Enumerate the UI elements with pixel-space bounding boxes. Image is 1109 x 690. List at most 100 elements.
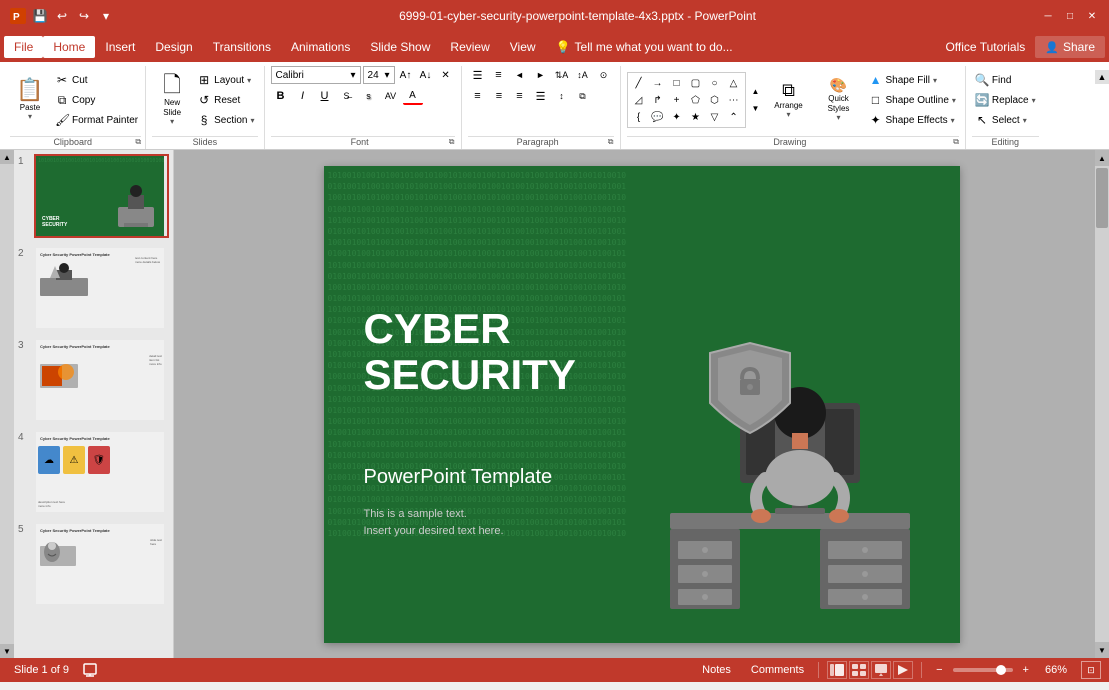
shape-outline-button[interactable]: □ Shape Outline▾ [866, 91, 959, 110]
slide-thumb-image-5[interactable]: Cyber Security PowerPoint Template slide… [34, 522, 169, 606]
menu-view[interactable]: View [500, 36, 546, 58]
shape-chevron[interactable]: ⌃ [725, 109, 743, 125]
select-button[interactable]: ↖ Select▾ [972, 111, 1039, 130]
shapes-scroll-up[interactable]: ▲ [750, 84, 762, 100]
zoom-slider-track[interactable] [953, 668, 1013, 672]
columns-button[interactable]: ⧉ [573, 87, 593, 105]
comments-button[interactable]: Comments [745, 662, 810, 678]
slide-sorter-button[interactable] [849, 661, 869, 679]
font-size-selector[interactable]: 24▾ [363, 66, 395, 84]
slideshow-view-button[interactable] [893, 661, 913, 679]
bold-button[interactable]: B [271, 87, 291, 105]
slide-main-title[interactable]: CYBER SECURITY [364, 306, 576, 398]
menu-review[interactable]: Review [440, 36, 499, 58]
slide-subtitle[interactable]: PowerPoint Template [364, 466, 553, 489]
shape-line[interactable]: ╱ [630, 75, 648, 91]
canvas-scroll-thumb[interactable] [1096, 168, 1108, 228]
slide-canvas[interactable]: 1010010100101001010010100101001010010100… [324, 166, 960, 643]
align-left-button[interactable]: ≡ [468, 87, 488, 105]
canvas-scroll-up[interactable]: ▲ [1095, 150, 1109, 166]
layout-button[interactable]: ⊞ Layout▾ [194, 71, 257, 90]
shape-curl[interactable]: { [630, 109, 648, 125]
decrease-font-button[interactable]: A↓ [417, 66, 435, 84]
shape-tri[interactable]: △ [725, 75, 743, 91]
justify-button[interactable]: ☰ [531, 87, 551, 105]
italic-button[interactable]: I [293, 87, 313, 105]
slide-thumb-1[interactable]: 1 10100101010010100101001010010100101001… [18, 154, 169, 238]
font-color-button[interactable]: A [403, 87, 423, 105]
underline-button[interactable]: U [315, 87, 335, 105]
shadow-button[interactable]: s [359, 87, 379, 105]
redo-icon[interactable]: ↪ [74, 6, 94, 26]
shape-hex[interactable]: ⬡ [706, 92, 724, 108]
shape-rect[interactable]: □ [668, 75, 686, 91]
line-spacing-button[interactable]: ↕ [552, 87, 572, 105]
shape-rtri[interactable]: ◿ [630, 92, 648, 108]
notes-button[interactable]: Notes [696, 662, 737, 678]
maximize-button[interactable]: □ [1061, 7, 1079, 25]
close-button[interactable]: ✕ [1083, 7, 1101, 25]
new-slide-button[interactable]: 🗋 NewSlide ▾ [152, 70, 192, 130]
shape-more[interactable]: ⋯ [725, 92, 743, 108]
reset-button[interactable]: ↺ Reset [194, 91, 257, 110]
reading-view-button[interactable] [871, 661, 891, 679]
copy-button[interactable]: ⧉ Copy [52, 91, 141, 110]
slide-list-scroll-up[interactable]: ▲ [0, 150, 14, 164]
convert-smartart-button[interactable]: ⊙ [594, 66, 614, 84]
slide-thumb-image-3[interactable]: Cyber Security PowerPoint Template detai… [34, 338, 169, 422]
save-icon[interactable]: 💾 [30, 6, 50, 26]
section-button[interactable]: § Section▾ [194, 111, 257, 130]
normal-view-button[interactable] [827, 661, 847, 679]
share-button[interactable]: 👤 Share [1035, 36, 1105, 58]
clear-format-button[interactable]: ✕ [437, 66, 455, 84]
menu-animations[interactable]: Animations [281, 36, 360, 58]
menu-home[interactable]: Home [43, 36, 95, 58]
bullets-button[interactable]: ☰ [468, 66, 488, 84]
shape-speech[interactable]: 💬 [649, 109, 667, 125]
char-spacing-button[interactable]: AV [381, 87, 401, 105]
shape-arrow[interactable]: → [649, 75, 667, 91]
format-painter-button[interactable]: 🖌 Format Painter [52, 111, 141, 130]
undo-icon[interactable]: ↩ [52, 6, 72, 26]
canvas-scroll-down[interactable]: ▼ [1095, 642, 1109, 658]
zoom-out-button[interactable]: − [930, 662, 948, 678]
find-button[interactable]: 🔍 Find [972, 71, 1039, 90]
slide-thumb-3[interactable]: 3 Cyber Security PowerPoint Template det… [18, 338, 169, 422]
font-name-selector[interactable]: Calibri▾ [271, 66, 361, 84]
shape-star5[interactable]: ★ [687, 109, 705, 125]
menu-insert[interactable]: Insert [95, 36, 145, 58]
shapes-scroll-down[interactable]: ▼ [750, 101, 762, 117]
menu-slideshow[interactable]: Slide Show [360, 36, 440, 58]
slide-thumb-image-2[interactable]: Cyber Security PowerPoint Template text … [34, 246, 169, 330]
slide-list-scroll-down[interactable]: ▼ [0, 644, 14, 658]
menu-transitions[interactable]: Transitions [203, 36, 281, 58]
replace-button[interactable]: 🔄 Replace▾ [972, 91, 1039, 110]
slide-thumb-2[interactable]: 2 Cyber Security PowerPoint Template tex… [18, 246, 169, 330]
slide-thumb-4[interactable]: 4 Cyber Security PowerPoint Template ☁ ⚠… [18, 430, 169, 514]
zoom-in-button[interactable]: + [1017, 662, 1035, 678]
shape-down[interactable]: ▽ [706, 109, 724, 125]
shape-ellipse[interactable]: ○ [706, 75, 724, 91]
fit-to-window-button[interactable]: ⊡ [1081, 661, 1101, 679]
quick-styles-button[interactable]: 🎨 QuickStyles ▾ [816, 72, 862, 128]
zoom-level[interactable]: 66% [1039, 662, 1073, 678]
shape-bend[interactable]: ↱ [649, 92, 667, 108]
menu-tell-me[interactable]: 💡 Tell me what you want to do... [546, 36, 743, 58]
ribbon-collapse-button[interactable]: ▲ [1095, 70, 1109, 84]
slide-description[interactable]: This is a sample text. Insert your desir… [364, 506, 504, 539]
increase-indent-button[interactable]: ► [531, 66, 551, 84]
menu-file[interactable]: File [4, 36, 43, 58]
shape-fill-button[interactable]: ▲ Shape Fill▾ [866, 71, 959, 90]
strikethrough-button[interactable]: S̶ [337, 87, 357, 105]
slide-thumb-image-4[interactable]: Cyber Security PowerPoint Template ☁ ⚠ 🛡… [34, 430, 169, 514]
align-right-button[interactable]: ≡ [510, 87, 530, 105]
decrease-indent-button[interactable]: ◄ [510, 66, 530, 84]
align-center-button[interactable]: ≡ [489, 87, 509, 105]
customize-icon[interactable]: ▾ [96, 6, 116, 26]
text-direction-button[interactable]: ⇅A [552, 66, 572, 84]
menu-design[interactable]: Design [145, 36, 202, 58]
paste-button[interactable]: 📋 Paste ▾ [10, 70, 50, 130]
shape-penta[interactable]: ⬠ [687, 92, 705, 108]
shape-rrect[interactable]: ▢ [687, 75, 705, 91]
slide-thumb-image-1[interactable]: 1010010101001010010100101001010010100101… [34, 154, 169, 238]
